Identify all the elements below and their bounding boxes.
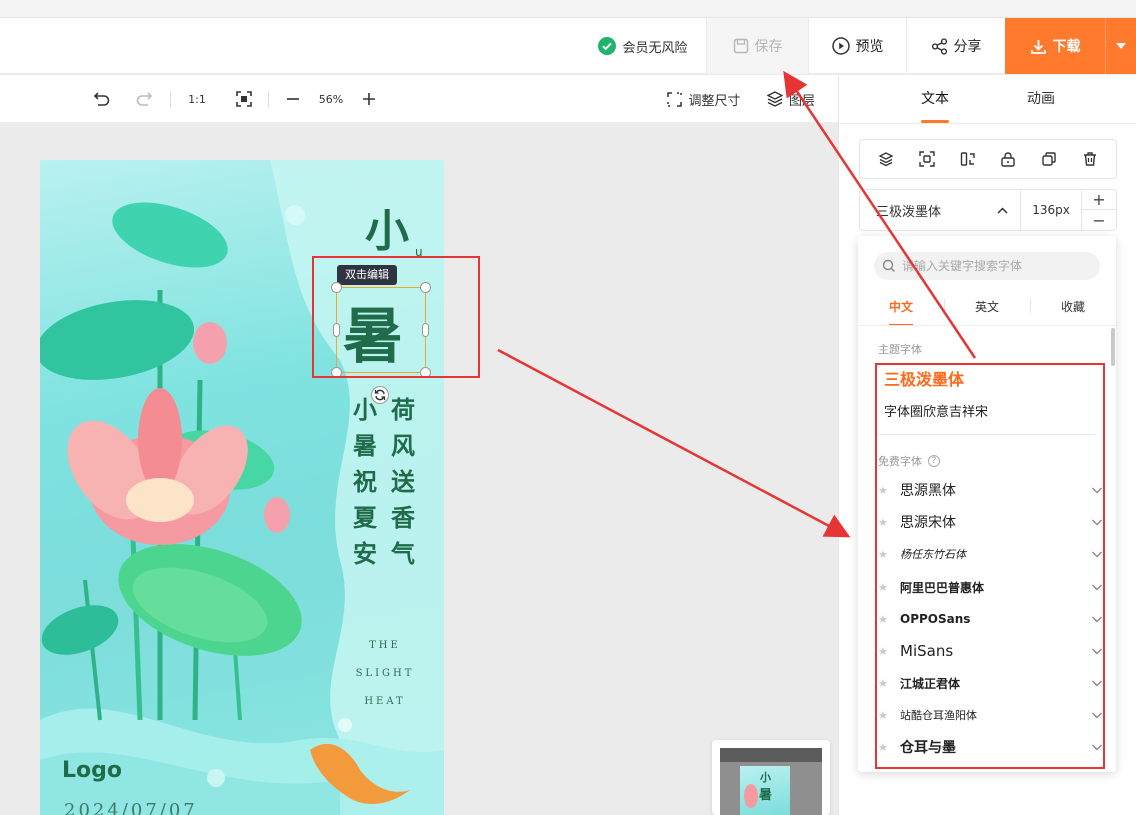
minus-icon: [287, 98, 299, 100]
share-button[interactable]: 分享: [906, 18, 1005, 74]
poster-english-text[interactable]: THE SLIGHT HEAT: [345, 632, 425, 716]
align-icon[interactable]: [919, 151, 935, 167]
minimap-panel[interactable]: 小 暑: [712, 740, 830, 815]
tab-separator: [1030, 299, 1031, 313]
english-line: SLIGHT: [355, 668, 415, 679]
poster-poem-column-left[interactable]: 小 暑 祝 夏 安: [350, 392, 380, 572]
layer-order-icon[interactable]: [878, 151, 894, 167]
minimap-char: 暑: [759, 788, 773, 803]
download-label: 下载: [1052, 39, 1081, 55]
flip-icon[interactable]: [960, 151, 976, 167]
layers-icon: [766, 91, 783, 107]
minimap-char: 小: [760, 771, 771, 784]
preview-label: 预览: [855, 39, 884, 55]
poster-title-char-1[interactable]: 小: [365, 195, 409, 259]
font-search-input[interactable]: [902, 259, 1092, 273]
english-line: HEAT: [364, 696, 406, 707]
check-circle-icon: [598, 37, 617, 55]
save-button[interactable]: 保存: [706, 18, 808, 74]
dropdown-scrollbar[interactable]: [1111, 328, 1115, 366]
save-icon: [733, 38, 748, 54]
annotation-box-font-list: [875, 363, 1105, 769]
poem-char: 送: [391, 467, 415, 496]
canvas-toolbar: 1:1 56% 调整尺寸 图层: [0, 75, 838, 123]
fit-screen-icon: [236, 91, 252, 107]
section-theme-fonts-label: 主题字体: [878, 343, 922, 356]
toolbar-divider: [170, 91, 171, 107]
caret-down-icon: [1116, 43, 1126, 49]
poster-poem-column-right[interactable]: 荷 风 送 香 气: [388, 392, 418, 572]
resize-label: 调整尺寸: [688, 93, 741, 109]
font-size-decrease-button[interactable]: −: [1082, 210, 1116, 230]
undo-button[interactable]: [90, 87, 112, 111]
redo-icon: [136, 92, 153, 106]
vip-guarantee-badge[interactable]: 会员无风险: [580, 18, 706, 74]
font-tab-chinese[interactable]: 中文: [871, 298, 931, 326]
fit-screen-button[interactable]: [233, 87, 255, 111]
rotate-icon: [374, 389, 386, 401]
actual-size-button[interactable]: 1:1: [184, 87, 210, 111]
font-size-input[interactable]: 136px: [1020, 189, 1082, 231]
minimap-viewport-top: [720, 748, 822, 762]
vip-guarantee-label: 会员无风险: [622, 40, 688, 56]
tab-divider: [839, 123, 1136, 124]
font-search-box: [874, 252, 1100, 280]
poem-char: 荷: [391, 395, 415, 424]
plus-icon: [363, 93, 375, 105]
layers-button[interactable]: 图层: [762, 87, 820, 111]
preview-button[interactable]: 预览: [808, 18, 906, 74]
delete-icon[interactable]: [1082, 151, 1098, 167]
english-line: THE: [369, 640, 401, 651]
font-size-increase-button[interactable]: +: [1082, 190, 1116, 210]
layers-label: 图层: [788, 93, 815, 109]
tabs-divider: [858, 325, 1116, 326]
font-family-value: 三极泼墨体: [876, 204, 942, 220]
zoom-in-button[interactable]: [358, 87, 380, 111]
tab-text[interactable]: 文本: [905, 75, 965, 123]
undo-icon: [93, 92, 110, 106]
save-label: 保存: [754, 39, 783, 55]
chevron-up-icon: [997, 206, 1008, 214]
poem-char: 风: [391, 431, 415, 460]
editor-header: 会员无风险 保存 预览 分享 下载: [0, 18, 1136, 74]
poem-char: 暑: [353, 431, 377, 460]
element-actions-bar: [859, 139, 1117, 179]
minimap-thumbnail: 小 暑: [740, 766, 790, 815]
search-icon: [882, 259, 895, 272]
design-canvas[interactable]: 小 u 暑 荷 风 送 香 气 小 暑 祝 夏 安 THE SLIGHT HEA…: [0, 123, 838, 815]
poem-char: 夏: [353, 503, 377, 532]
zoom-out-button[interactable]: [282, 87, 304, 111]
tab-separator: [944, 299, 945, 313]
annotation-box-selected-text: [312, 256, 480, 378]
resize-button[interactable]: 调整尺寸: [662, 87, 746, 111]
poem-char: 安: [353, 539, 377, 568]
share-icon: [931, 37, 947, 55]
redo-button[interactable]: [134, 87, 156, 111]
font-tab-favorites[interactable]: 收藏: [1043, 298, 1103, 315]
download-options-button[interactable]: [1105, 18, 1136, 74]
duplicate-icon[interactable]: [1041, 151, 1057, 167]
rotate-handle[interactable]: [371, 386, 389, 404]
app-top-strip: [0, 0, 1136, 18]
lock-icon[interactable]: [1000, 151, 1016, 167]
font-family-select[interactable]: 三极泼墨体: [859, 189, 1021, 231]
poster-logo[interactable]: Logo: [62, 758, 122, 783]
poem-char: 祝: [353, 467, 377, 496]
poem-char: 气: [391, 539, 415, 568]
minimap-lotus: [744, 784, 758, 808]
share-label: 分享: [953, 39, 982, 55]
tab-animation[interactable]: 动画: [1011, 75, 1071, 123]
font-tab-english[interactable]: 英文: [957, 298, 1017, 315]
poem-char: 香: [391, 503, 415, 532]
resize-icon: [667, 91, 683, 107]
font-size-stepper: + −: [1081, 189, 1117, 231]
toolbar-divider: [268, 91, 269, 107]
zoom-level[interactable]: 56%: [314, 87, 348, 111]
play-circle-icon: [831, 37, 850, 55]
poster-date[interactable]: 2024/07/07: [64, 800, 198, 815]
section-theme-fonts-heading: 主题字体: [878, 341, 922, 357]
download-button[interactable]: 下载: [1005, 18, 1105, 74]
download-icon: [1030, 39, 1046, 54]
